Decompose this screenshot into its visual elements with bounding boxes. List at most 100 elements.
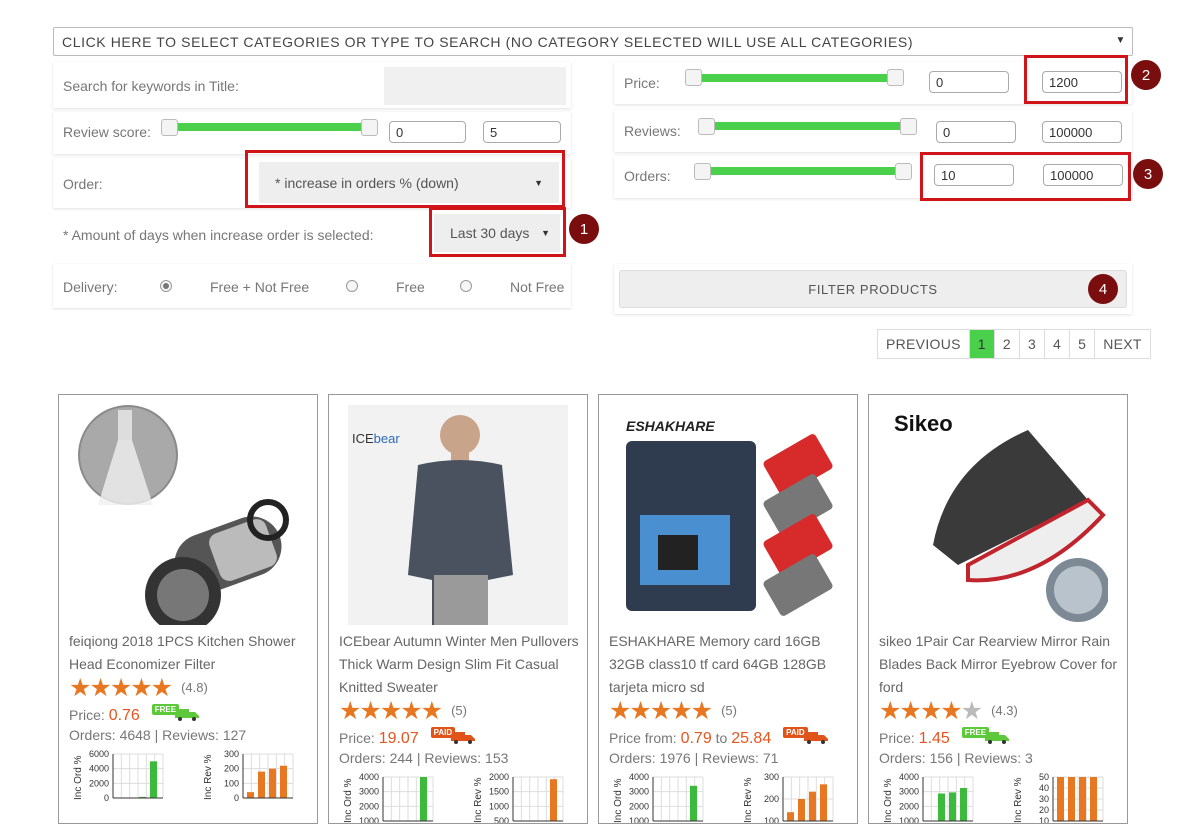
chart-bar xyxy=(280,765,287,798)
star-rating-icon: ★★★★★ xyxy=(609,697,713,725)
chart-tick-label: 0 xyxy=(104,793,109,803)
reviews-label: Reviews: xyxy=(702,750,759,766)
keywords-row: Search for keywords in Title: xyxy=(53,62,571,108)
step-marker-2: 2 xyxy=(1131,60,1161,90)
chart-tick-label: 200 xyxy=(224,764,239,774)
reviews-max-handle[interactable] xyxy=(900,118,917,135)
filter-products-button[interactable]: FILTER PRODUCTS xyxy=(619,270,1127,308)
review-min-handle[interactable] xyxy=(161,119,178,136)
chart-tick-label: 1000 xyxy=(359,816,379,824)
chart-tick-label: 40 xyxy=(1039,783,1049,793)
review-min-input[interactable]: 0 xyxy=(389,121,466,143)
chart-tick-label: 100 xyxy=(224,778,239,788)
orders-min-handle[interactable] xyxy=(694,163,711,180)
chart-bar xyxy=(550,779,557,821)
rating-count: (4.3) xyxy=(991,703,1018,718)
reviews-max-input[interactable]: 100000 xyxy=(1042,121,1122,143)
price-label: Price: xyxy=(879,730,915,746)
review-max-input[interactable]: 5 xyxy=(483,121,561,143)
product-title[interactable]: feiqiong 2018 1PCS Kitchen Shower Head E… xyxy=(69,630,314,676)
product-card[interactable]: ICEbear ICEbear Autumn Winter Men Pullov… xyxy=(328,394,588,824)
chart-tick-label: 2000 xyxy=(899,801,919,811)
reviews-min-handle[interactable] xyxy=(698,118,715,135)
price-label: Price: xyxy=(624,75,660,91)
chart-bar xyxy=(960,788,967,821)
chart-tick-label: 4000 xyxy=(629,773,649,782)
product-card[interactable]: Sikeo sikeo 1Pair Car Rearview Mirror Ra… xyxy=(868,394,1128,824)
pagination-page[interactable]: 5 xyxy=(1069,330,1094,358)
chart-bar xyxy=(949,792,956,821)
category-select[interactable]: CLICK HERE TO SELECT CATEGORIES OR TYPE … xyxy=(53,27,1133,56)
highlight-box-order xyxy=(245,150,565,208)
product-stats: Orders: 244 | Reviews: 153 xyxy=(339,750,509,766)
product-title[interactable]: sikeo 1Pair Car Rearview Mirror Rain Bla… xyxy=(879,630,1124,699)
orders-max-handle[interactable] xyxy=(895,163,912,180)
price-label: Price: xyxy=(339,730,375,746)
days-label: * Amount of days when increase order is … xyxy=(63,227,374,243)
chart-ylabel: Inc Ord % xyxy=(613,778,624,823)
chart-tick-label: 2000 xyxy=(489,773,509,782)
chart-tick-label: 50 xyxy=(1039,773,1049,782)
product-rating: ★★★★★ (4.8) xyxy=(69,676,208,701)
delivery-option-label: Free + Not Free xyxy=(210,279,310,295)
orders-increase-chart: Inc Ord % 6000 4000 2000 0 xyxy=(73,750,164,803)
reviews-label: Reviews: xyxy=(424,750,482,766)
price-min-handle[interactable] xyxy=(685,69,702,86)
price-slider[interactable] xyxy=(696,74,896,82)
chart-bar xyxy=(269,768,276,798)
product-card[interactable]: feiqiong 2018 1PCS Kitchen Shower Head E… xyxy=(58,394,318,824)
review-max-handle[interactable] xyxy=(361,119,378,136)
pagination-page[interactable]: 1 xyxy=(968,330,994,358)
chart-tick-label: 4000 xyxy=(359,773,379,782)
chart-tick-label: 100 xyxy=(764,816,779,824)
star-rating-icon: ★★★★★ xyxy=(339,697,443,725)
product-image[interactable]: ESHAKHARE xyxy=(618,405,838,625)
chart-ylabel: Inc Rev % xyxy=(743,777,754,823)
product-title[interactable]: ESHAKHARE Memory card 16GB 32GB class10 … xyxy=(609,630,854,699)
delivery-row: Delivery: Free + Not Free Free Not Free xyxy=(53,264,571,308)
reviews-slider[interactable] xyxy=(708,122,908,130)
delivery-radio-free[interactable] xyxy=(346,280,358,292)
chart-tick-label: 1000 xyxy=(489,801,509,811)
chart-bar xyxy=(150,761,157,798)
pagination-next[interactable]: NEXT xyxy=(1094,330,1150,358)
revenue-increase-chart: Inc Rev % 300 200 100 xyxy=(743,773,834,824)
orders-slider[interactable] xyxy=(704,167,904,175)
chart-bar xyxy=(1057,777,1064,821)
product-rating: ★★★★★ (4.3) xyxy=(879,699,1018,724)
price-min-input[interactable]: 0 xyxy=(929,71,1009,93)
keywords-label: Search for keywords in Title: xyxy=(63,78,239,94)
pagination-page[interactable]: 4 xyxy=(1044,330,1069,358)
revenue-increase-chart: Inc Rev %5040302010 xyxy=(1013,773,1104,824)
product-image[interactable]: ICEbear xyxy=(348,405,568,625)
delivery-radio-not-free[interactable] xyxy=(460,280,472,292)
filter-button-label: FILTER PRODUCTS xyxy=(808,281,938,297)
pagination-page[interactable]: 2 xyxy=(993,330,1019,358)
chart-tick-label: 2000 xyxy=(89,778,109,788)
pagination-previous[interactable]: PREVIOUS xyxy=(878,330,969,358)
pagination-page[interactable]: 3 xyxy=(1018,330,1044,358)
product-image[interactable]: Sikeo xyxy=(888,405,1108,625)
reviews-value: 71 xyxy=(762,750,779,766)
chart-tick-label: 10 xyxy=(1039,816,1049,824)
star-rating-icon: ★★★★★ xyxy=(69,674,173,702)
product-card[interactable]: ESHAKHARE ESHAKHARE Memory card 16GB 32G… xyxy=(598,394,858,824)
price-max-handle[interactable] xyxy=(887,69,904,86)
reviews-label: Reviews: xyxy=(162,727,219,743)
step-marker-3: 3 xyxy=(1133,159,1163,189)
review-score-slider[interactable] xyxy=(173,123,369,131)
delivery-radio-free-not-free[interactable] xyxy=(160,280,172,292)
product-title[interactable]: ICEbear Autumn Winter Men Pullovers Thic… xyxy=(339,630,584,699)
chart-tick-label: 3000 xyxy=(629,787,649,797)
orders-value: 4648 xyxy=(119,727,151,743)
chart-tick-label: 500 xyxy=(494,816,509,824)
product-charts: Inc Ord % 4000 3000 2000 1000 Inc Rev % 300 200… xyxy=(609,773,849,824)
highlight-box-price xyxy=(1024,55,1128,104)
reviews-min-input[interactable]: 0 xyxy=(936,121,1016,143)
keywords-input[interactable] xyxy=(384,67,566,105)
chart-tick-label: 3000 xyxy=(359,787,379,797)
product-image[interactable] xyxy=(78,405,298,625)
chart-tick-label: 200 xyxy=(764,794,779,804)
chart-bar xyxy=(820,784,827,821)
product-price: Price: 0.76 FREE xyxy=(69,704,200,725)
